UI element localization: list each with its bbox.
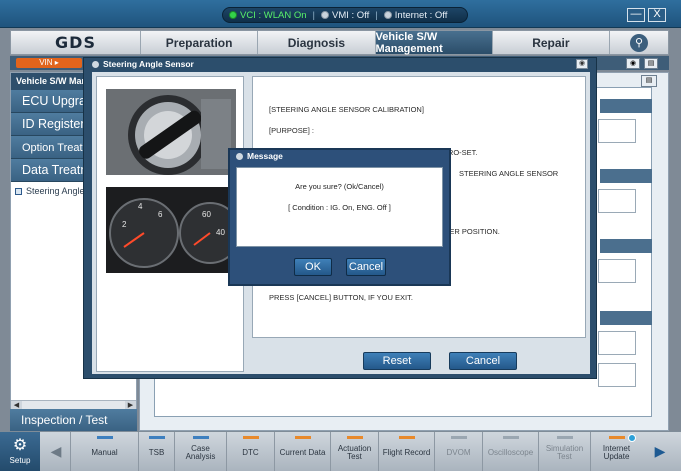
instruction-line: PRESS [CANCEL] BUTTON, IF YOU EXIT.: [269, 293, 413, 303]
toolbar-current-data[interactable]: Current Data: [274, 432, 330, 471]
content-header-icon[interactable]: ▤: [641, 75, 657, 87]
svg-text:4: 4: [138, 202, 143, 211]
internet-indicator-icon: [383, 11, 392, 19]
sub-bar-camera-icon[interactable]: ◉: [626, 58, 640, 69]
main-nav: GDS Preparation Diagnosis Vehicle S/W Ma…: [10, 30, 669, 55]
search-icon: ⚲: [630, 33, 648, 52]
minimize-button[interactable]: —: [627, 8, 645, 22]
dialog-icon: [236, 152, 243, 160]
toolbar-simulation-test[interactable]: Simulation Test: [538, 432, 590, 471]
vmi-status: VMI : Off: [320, 10, 369, 21]
value-field[interactable]: [598, 189, 636, 213]
tab-diagnosis[interactable]: Diagnosis: [258, 31, 376, 54]
ignition-switch-image: [106, 89, 236, 175]
window-title: Steering Angle Sensor: [84, 58, 596, 70]
toolbar-dvom[interactable]: DVOM: [434, 432, 482, 471]
toolbar-case-analysis[interactable]: Case Analysis: [174, 432, 226, 471]
search-button[interactable]: ⚲: [610, 31, 668, 54]
svg-text:6: 6: [158, 210, 163, 219]
toolbar-next-icon[interactable]: ▶: [646, 435, 674, 468]
section-header: [600, 239, 652, 253]
reference-images: 2 4 6 60 40: [96, 76, 244, 372]
bottom-toolbar: ⚙ Setup ◀ Manual TSB Case Analysis DTC C…: [0, 431, 681, 471]
vci-status: VCI : WLAN On: [229, 10, 307, 21]
dialog-message: Are you sure? (Ok/Cancel) [ Condition : …: [236, 167, 443, 247]
value-field[interactable]: [598, 119, 636, 143]
setup-button[interactable]: ⚙ Setup: [0, 432, 40, 471]
svg-text:60: 60: [202, 210, 211, 219]
camera-icon[interactable]: ◉: [576, 59, 588, 69]
tab-vehicle-sw-management[interactable]: Vehicle S/W Management: [375, 31, 493, 55]
dialog-title: Message: [230, 150, 449, 162]
section-header: [600, 99, 652, 113]
vci-indicator-icon: [229, 11, 237, 19]
tree-node-icon: [15, 187, 22, 195]
internet-status: Internet : Off: [383, 10, 447, 21]
sidebar-item-inspection-test[interactable]: Inspection / Test: [10, 409, 137, 431]
toolbar-flight-record[interactable]: Flight Record: [378, 432, 434, 471]
connection-status: VCI : WLAN On | VMI : Off | Internet : O…: [222, 7, 468, 23]
sub-bar-save-icon[interactable]: ▤: [644, 58, 658, 69]
tab-preparation[interactable]: Preparation: [141, 31, 259, 54]
toolbar-prev-icon[interactable]: ◀: [42, 435, 70, 468]
toolbar-tsb[interactable]: TSB: [138, 432, 174, 471]
instrument-cluster-image: 2 4 6 60 40: [106, 187, 236, 273]
value-field[interactable]: [598, 331, 636, 355]
reset-button[interactable]: Reset: [363, 352, 431, 370]
toolbar-dtc[interactable]: DTC: [226, 432, 274, 471]
status-bar: VCI : WLAN On | VMI : Off | Internet : O…: [0, 0, 681, 28]
toolbar-internet-update[interactable]: Internet Update: [590, 432, 642, 471]
svg-text:40: 40: [216, 228, 225, 237]
value-field[interactable]: [598, 259, 636, 283]
instruction-line: [PURPOSE] :: [269, 126, 315, 136]
window-icon: [92, 60, 99, 68]
condition-text: [ Condition : IG. On, ENG. Off ]: [288, 203, 391, 212]
gds-logo: GDS: [11, 31, 141, 54]
dialog-cancel-button[interactable]: Cancel: [346, 258, 386, 276]
instruction-line: [STEERING ANGLE SENSOR CALIBRATION]: [269, 105, 424, 114]
dialog-ok-button[interactable]: OK: [294, 258, 332, 276]
svg-text:2: 2: [122, 220, 127, 229]
confirm-text: Are you sure? (Ok/Cancel): [295, 182, 384, 191]
vmi-indicator-icon: [320, 11, 329, 19]
tab-repair[interactable]: Repair: [493, 31, 610, 54]
section-header: [600, 169, 652, 183]
toolbar-manual[interactable]: Manual: [70, 432, 138, 471]
message-dialog: Message Are you sure? (Ok/Cancel) [ Cond…: [228, 148, 451, 286]
close-button[interactable]: X: [648, 8, 666, 22]
value-field[interactable]: [598, 363, 636, 387]
notification-badge: [628, 434, 636, 442]
vin-button[interactable]: VIN ▸: [16, 58, 82, 68]
section-header: [600, 311, 652, 325]
toolbar-actuation-test[interactable]: Actuation Test: [330, 432, 378, 471]
gear-icon: ⚙: [12, 437, 28, 454]
cancel-button[interactable]: Cancel: [449, 352, 517, 370]
toolbar-oscilloscope[interactable]: Oscilloscope: [482, 432, 538, 471]
